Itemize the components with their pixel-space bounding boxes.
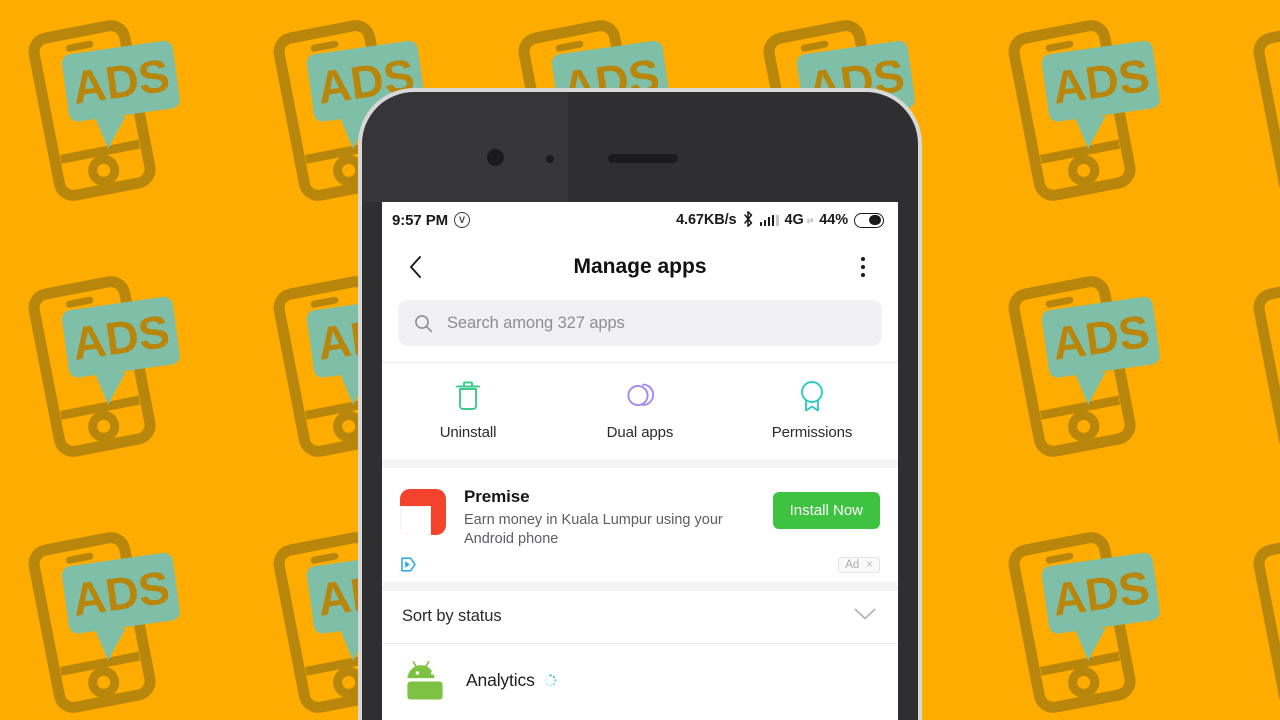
back-button[interactable] xyxy=(400,252,430,282)
chevron-down-icon xyxy=(854,608,876,626)
trash-icon xyxy=(453,379,483,413)
background-ads-motif: ADS xyxy=(1243,526,1280,716)
app-list: Analytics xyxy=(382,643,898,718)
action-label: Uninstall xyxy=(439,424,497,441)
background-ads-motif: ADS xyxy=(18,14,193,204)
sort-label: Sort by status xyxy=(402,607,502,626)
screenshot-stage: ADSADSADSADSADSADSADSADSADSADSADSADSADSA… xyxy=(0,0,1280,720)
install-now-button[interactable]: Install Now xyxy=(772,492,880,529)
background-ads-motif: ADS xyxy=(18,526,193,716)
close-icon[interactable]: × xyxy=(866,559,873,571)
action-uninstall[interactable]: Uninstall xyxy=(382,379,554,441)
action-dual-apps[interactable]: Dual apps xyxy=(554,379,726,441)
phone-gloss-highlight xyxy=(362,92,568,202)
back-chevron-icon xyxy=(409,256,421,278)
app-bar: Manage apps xyxy=(382,238,898,296)
background-ads-motif: ADS xyxy=(998,270,1173,460)
status-bar: 9:57 PM V 4.67KB/s 4G ⇄ 44% xyxy=(382,202,898,238)
adchoices-icon[interactable] xyxy=(400,556,417,573)
app-name: Analytics xyxy=(466,670,535,691)
ad-badge: Ad × xyxy=(838,556,880,573)
earpiece-speaker xyxy=(608,154,678,163)
background-ads-motif: ADS xyxy=(18,270,193,460)
permissions-icon xyxy=(797,379,827,413)
search-placeholder: Search among 327 apps xyxy=(447,313,625,332)
network-type-label: 4G xyxy=(784,212,804,228)
background-ads-motif: ADS xyxy=(1243,270,1280,460)
page-title: Manage apps xyxy=(573,255,707,278)
ad-footer: Ad × xyxy=(400,554,880,576)
battery-icon xyxy=(854,212,884,228)
quick-actions-row: Uninstall Dual apps Permissions xyxy=(382,363,898,459)
dual-apps-icon xyxy=(624,379,656,413)
ad-description: Earn money in Kuala Lumpur using your An… xyxy=(464,512,723,548)
search-input[interactable]: Search among 327 apps xyxy=(398,300,882,346)
volte-badge-icon: V xyxy=(454,212,470,228)
background-ads-motif: ADS xyxy=(1243,14,1280,204)
section-gap xyxy=(382,581,898,591)
proximity-sensor-icon xyxy=(546,155,554,163)
status-time: 9:57 PM xyxy=(392,211,448,229)
section-gap xyxy=(382,459,898,468)
overflow-menu-icon[interactable] xyxy=(850,252,876,282)
phone-body: 9:57 PM V 4.67KB/s 4G ⇄ 44% Manage apps … xyxy=(362,92,918,720)
background-ads-motif: ADS xyxy=(998,526,1173,716)
phone-mockup: 9:57 PM V 4.67KB/s 4G ⇄ 44% Manage apps … xyxy=(358,88,922,720)
sort-by-status-row[interactable]: Sort by status xyxy=(382,590,898,643)
ad-banner[interactable]: Premise Earn money in Kuala Lumpur using… xyxy=(382,468,898,582)
cellular-signal-icon xyxy=(759,214,779,226)
list-item[interactable]: Analytics xyxy=(382,644,898,718)
premise-app-icon xyxy=(400,489,446,535)
background-ads-motif: ADS xyxy=(998,14,1173,204)
network-sub-icon: ⇄ xyxy=(806,215,814,225)
search-icon xyxy=(415,314,433,332)
android-robot-icon xyxy=(402,658,448,704)
action-label: Permissions xyxy=(771,424,853,441)
network-speed-label: 4.67KB/s xyxy=(676,212,737,228)
ad-title: Premise xyxy=(464,487,530,506)
ad-badge-label: Ad xyxy=(845,558,860,571)
bluetooth-icon xyxy=(743,211,754,229)
battery-percent-label: 44% xyxy=(819,212,848,228)
action-permissions[interactable]: Permissions xyxy=(726,379,898,441)
phone-screen: 9:57 PM V 4.67KB/s 4G ⇄ 44% Manage apps … xyxy=(382,202,898,720)
front-camera-icon xyxy=(487,149,504,166)
action-label: Dual apps xyxy=(606,424,674,441)
search-section: Search among 327 apps xyxy=(382,296,898,362)
loading-spinner-icon xyxy=(543,674,557,687)
